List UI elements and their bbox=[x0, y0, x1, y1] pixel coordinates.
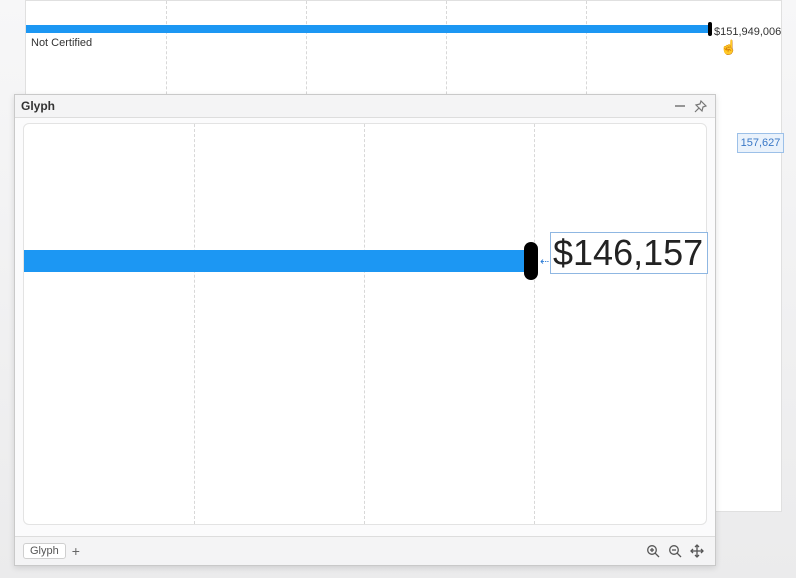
glyph-canvas[interactable]: ⇠ $146,157 bbox=[23, 123, 707, 525]
drag-handle-icon[interactable]: ⇠ bbox=[540, 255, 549, 268]
glyph-title-bar: Glyph bbox=[15, 95, 715, 118]
chart-bar bbox=[26, 25, 708, 33]
pin-button[interactable] bbox=[691, 97, 709, 115]
glyph-preview-bar[interactable] bbox=[24, 250, 529, 272]
glyph-gridline bbox=[534, 124, 535, 524]
zoom-out-button[interactable] bbox=[665, 541, 685, 561]
chart-bar-value-label: $151,949,006 bbox=[714, 26, 781, 38]
pan-button[interactable] bbox=[687, 541, 707, 561]
glyph-title: Glyph bbox=[21, 99, 55, 113]
glyph-preview-tick[interactable] bbox=[524, 242, 538, 280]
chart-bar-end-tick bbox=[708, 22, 712, 36]
cursor-icon: ☝ bbox=[720, 39, 737, 56]
glyph-footer: Glyph + bbox=[15, 536, 715, 565]
glyph-tab[interactable]: Glyph bbox=[23, 543, 66, 559]
add-glyph-button[interactable]: + bbox=[72, 543, 80, 559]
glyph-panel: Glyph ⇠ $146,157 Glyph + bbox=[14, 94, 716, 566]
glyph-preview-value[interactable]: $146,157 bbox=[550, 232, 708, 274]
collapse-button[interactable] bbox=[671, 97, 689, 115]
partial-value-label: 157,627 bbox=[737, 133, 784, 153]
chart-category-label: Not Certified bbox=[31, 37, 92, 49]
glyph-gridline bbox=[194, 124, 195, 524]
zoom-in-button[interactable] bbox=[643, 541, 663, 561]
glyph-gridline bbox=[364, 124, 365, 524]
